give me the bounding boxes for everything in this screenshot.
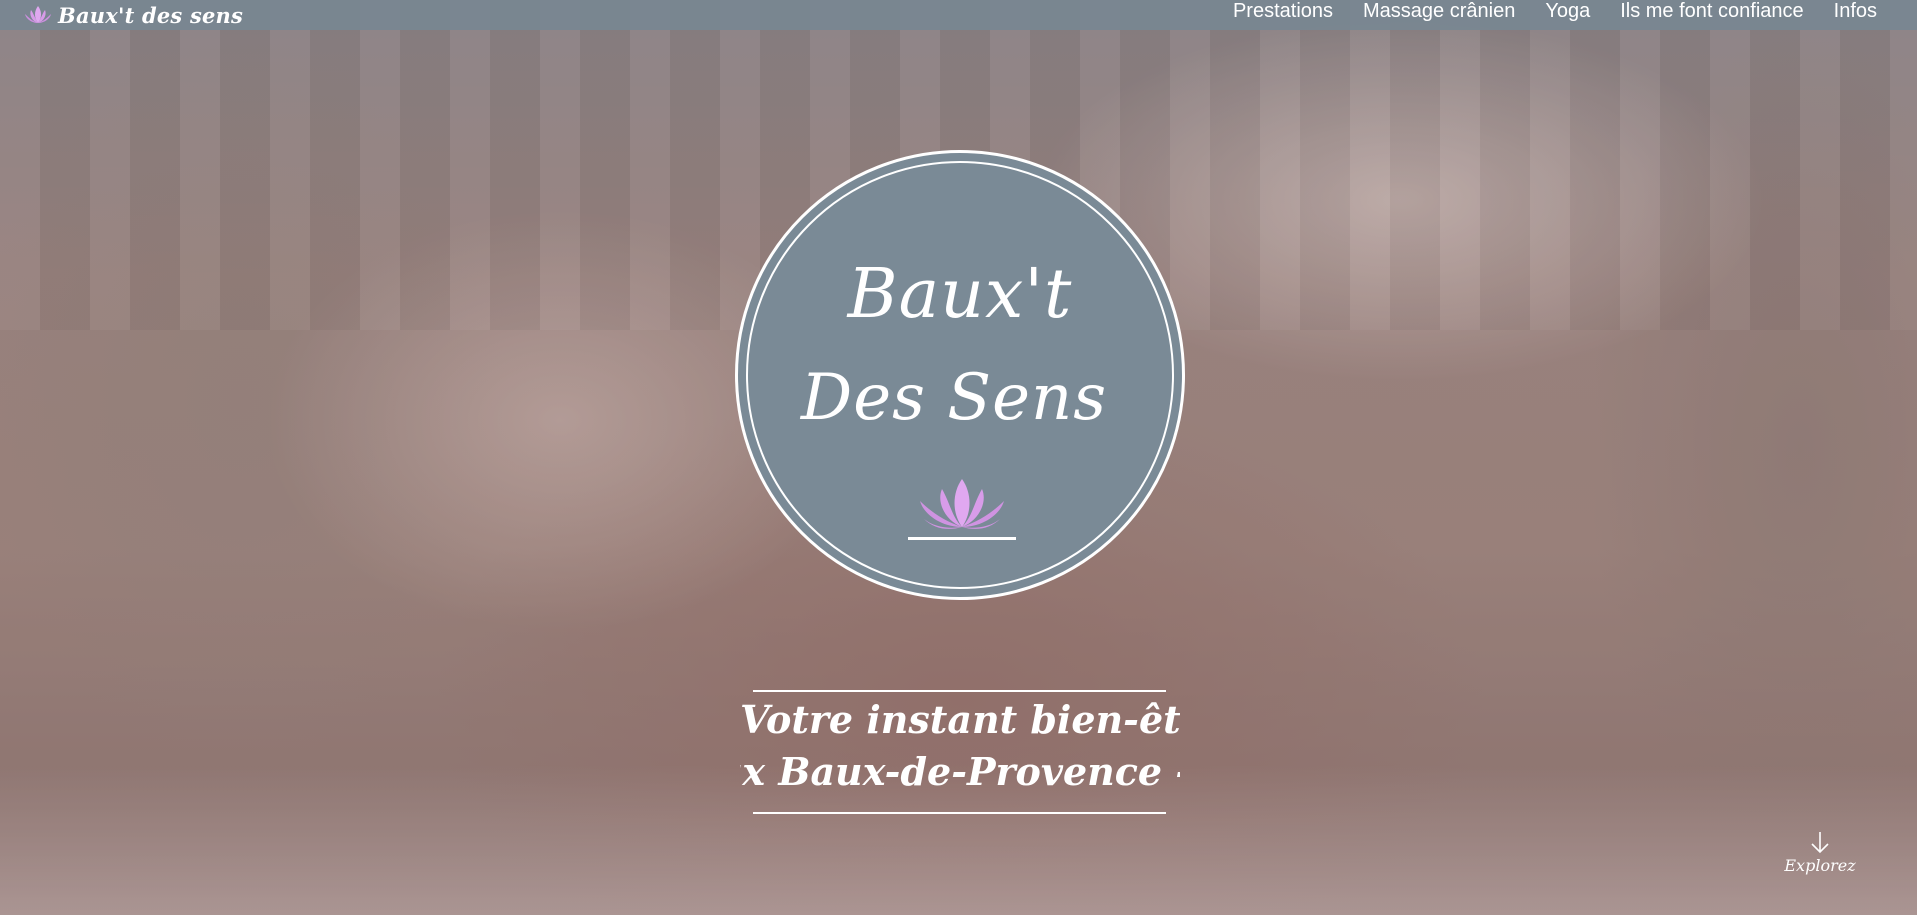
- nav-item-infos[interactable]: Infos: [1834, 0, 1877, 22]
- tagline-line2-text: ıx Baux-de-Provence -: [740, 750, 1180, 794]
- arrow-down-icon: [1811, 832, 1829, 854]
- explore-label: Explorez: [1784, 856, 1856, 875]
- nav-item-ils-me-font-confiance[interactable]: Ils me font confiance: [1620, 0, 1803, 22]
- brand-name: Baux't des sens: [58, 2, 244, 28]
- hero-logo-badge: Baux't Des Sens: [735, 150, 1185, 600]
- tagline-top-rule: [753, 690, 1166, 692]
- lotus-icon: [25, 6, 51, 23]
- logo-title-line1: Baux't: [847, 255, 1073, 334]
- nav-item-yoga[interactable]: Yoga: [1545, 0, 1590, 22]
- logo-title-line2: Des Sens: [800, 361, 1108, 435]
- brand-link[interactable]: Baux't des sens: [22, 0, 243, 30]
- explore-link[interactable]: Explorez: [1770, 830, 1870, 875]
- tagline-line2: ıx Baux-de-Provence -: [740, 750, 1180, 794]
- lotus-icon: [908, 479, 1016, 540]
- nav-item-prestations[interactable]: Prestations: [1233, 0, 1333, 22]
- main-nav: Prestations Massage crânien Yoga Ils me …: [1203, 0, 1877, 30]
- tagline-line1: Votre instant bien-être: [740, 698, 1180, 742]
- nav-item-massage-cranien[interactable]: Massage crânien: [1363, 0, 1515, 22]
- page: Baux't des sens Prestations Massage crân…: [0, 0, 1917, 915]
- tagline-bottom-rule: [753, 812, 1166, 814]
- top-navbar: Baux't des sens Prestations Massage crân…: [0, 0, 1917, 30]
